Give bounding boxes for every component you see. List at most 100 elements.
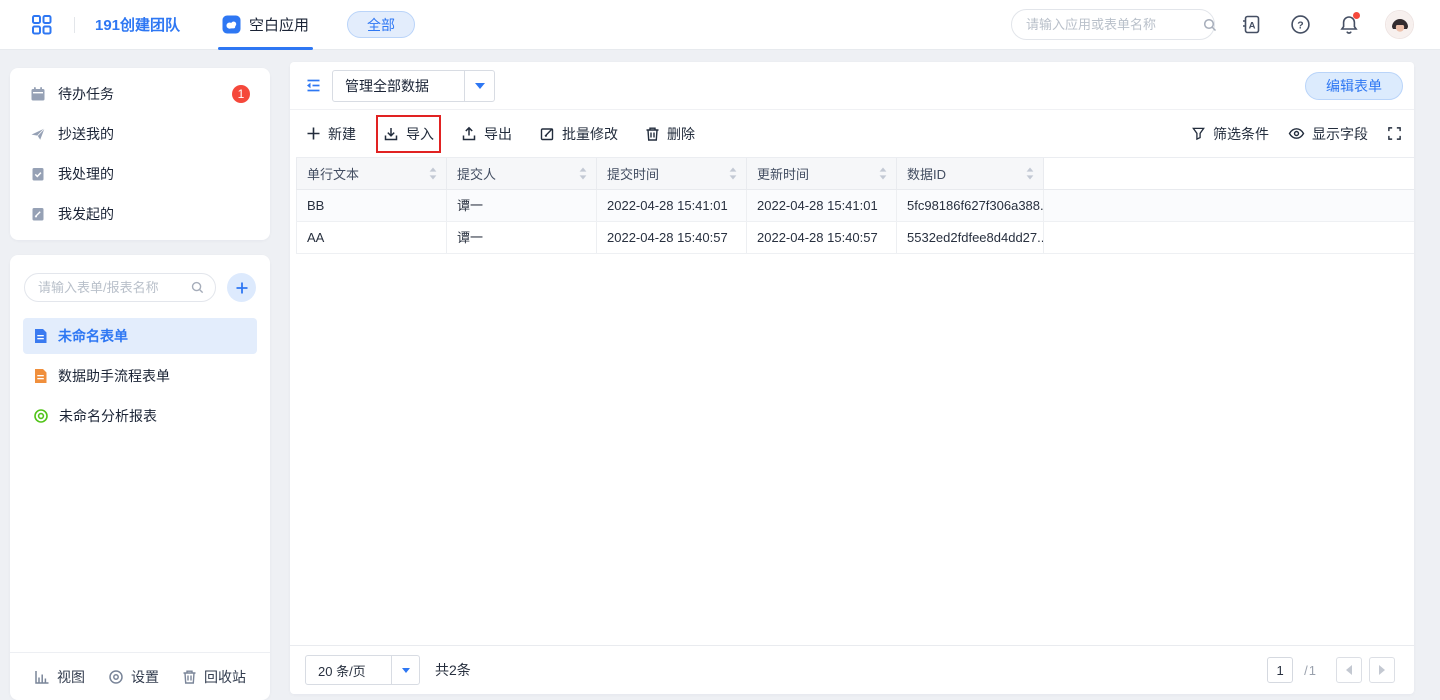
display-fields-button[interactable]: 显示字段 <box>1288 124 1368 144</box>
import-label: 导入 <box>406 124 434 144</box>
chevron-left-icon <box>1346 665 1352 675</box>
new-record-label: 新建 <box>328 124 356 144</box>
export-button[interactable]: 导出 <box>461 124 512 144</box>
header-right-group: A ? <box>1011 9 1414 40</box>
sort-icon[interactable] <box>1026 167 1034 180</box>
form-doc-icon-blue <box>33 328 48 344</box>
form-item-unnamed-form[interactable]: 未命名表单 <box>23 318 257 354</box>
plus-icon <box>306 126 321 141</box>
batch-edit-icon <box>539 126 555 142</box>
recycle-bin-button[interactable]: 回收站 <box>182 667 246 687</box>
data-view-select[interactable]: 管理全部数据 <box>332 70 495 102</box>
cell-data-id: 5532ed2fdfee8d4dd27... <box>897 222 1044 253</box>
column-header-submitter[interactable]: 提交人 <box>447 158 597 189</box>
filter-button[interactable]: 筛选条件 <box>1191 124 1269 144</box>
cell-update-time: 2022-04-28 15:41:01 <box>747 190 897 221</box>
app-tab-label: 空白应用 <box>249 14 309 35</box>
help-icon[interactable]: ? <box>1287 12 1313 38</box>
column-header-submit-time[interactable]: 提交时间 <box>597 158 747 189</box>
sort-icon[interactable] <box>429 167 437 180</box>
clipboard-check-icon <box>30 166 46 182</box>
report-target-icon <box>33 408 49 424</box>
sidebar-item-todo-tasks[interactable]: 待办任务 1 <box>10 74 270 114</box>
sidebar-item-label: 我处理的 <box>58 164 114 184</box>
contacts-icon[interactable]: A <box>1238 12 1264 38</box>
import-button[interactable]: 导入 <box>383 124 434 144</box>
tab-app-active[interactable]: 空白应用 <box>218 0 313 50</box>
fullscreen-icon[interactable] <box>1387 126 1402 141</box>
form-item-label: 未命名分析报表 <box>59 406 157 426</box>
sidebar-item-cc-to-me[interactable]: 抄送我的 <box>10 114 270 154</box>
page-total: /1 <box>1304 663 1317 678</box>
sort-icon[interactable] <box>729 167 737 180</box>
row-filler <box>1044 190 1414 221</box>
export-label: 导出 <box>484 124 512 144</box>
form-item-data-assistant-flow[interactable]: 数据助手流程表单 <box>23 358 257 394</box>
cell-single-line-text: BB <box>296 190 447 221</box>
prev-page-button[interactable] <box>1336 657 1362 683</box>
column-header-update-time[interactable]: 更新时间 <box>747 158 897 189</box>
form-item-unnamed-report[interactable]: 未命名分析报表 <box>23 398 257 434</box>
chevron-right-icon <box>1379 665 1385 675</box>
delete-button[interactable]: 删除 <box>645 124 695 144</box>
select-caret-box[interactable] <box>391 656 419 684</box>
sort-icon[interactable] <box>879 167 887 180</box>
avatar[interactable] <box>1385 10 1414 39</box>
search-icon <box>190 280 205 295</box>
task-menu-card: 待办任务 1 抄送我的 我处理的 <box>10 68 270 240</box>
form-search-input[interactable] <box>38 280 190 295</box>
cell-submit-time: 2022-04-28 15:41:01 <box>597 190 747 221</box>
gear-icon <box>108 669 124 685</box>
data-table: 单行文本 提交人 提交时间 更新时间 <box>296 157 1414 254</box>
table-header-filler <box>1044 158 1414 189</box>
settings-button[interactable]: 设置 <box>108 667 159 687</box>
new-record-button[interactable]: 新建 <box>306 124 356 144</box>
display-fields-label: 显示字段 <box>1312 124 1368 144</box>
table-row[interactable]: BB 谭一 2022-04-28 15:41:01 2022-04-28 15:… <box>296 190 1414 222</box>
form-list: 未命名表单 数据助手流程表单 <box>10 318 270 434</box>
cell-single-line-text: AA <box>296 222 447 253</box>
contacts-glyph: A <box>1248 21 1255 32</box>
filter-label: 筛选条件 <box>1213 124 1269 144</box>
funnel-icon <box>1191 126 1206 141</box>
edit-form-button[interactable]: 编辑表单 <box>1305 72 1403 100</box>
eye-icon <box>1288 126 1305 141</box>
recycle-bin-label: 回收站 <box>204 667 246 687</box>
cell-submit-time: 2022-04-28 15:40:57 <box>597 222 747 253</box>
header-divider <box>74 17 75 33</box>
team-name[interactable]: 191创建团队 <box>95 14 180 35</box>
toolbar: 新建 导入 导出 批量修改 <box>290 110 1414 157</box>
scope-pill-all[interactable]: 全部 <box>347 11 415 38</box>
add-form-button[interactable] <box>227 273 256 302</box>
cell-update-time: 2022-04-28 15:40:57 <box>747 222 897 253</box>
column-header-data-id[interactable]: 数据ID <box>897 158 1044 189</box>
paper-plane-icon <box>30 126 46 142</box>
page-size-select[interactable]: 20 条/页 <box>305 655 420 685</box>
bell-red-dot <box>1353 12 1360 19</box>
form-doc-icon-orange <box>33 368 48 384</box>
next-page-button[interactable] <box>1369 657 1395 683</box>
sidebar-footer: 视图 设置 回收站 <box>10 652 270 700</box>
current-page-box[interactable]: 1 <box>1267 657 1293 683</box>
form-search-box[interactable] <box>24 273 216 302</box>
batch-edit-button[interactable]: 批量修改 <box>539 124 618 144</box>
todo-count-badge: 1 <box>232 85 250 103</box>
sidebar-item-handled-by-me[interactable]: 我处理的 <box>10 154 270 194</box>
collapse-sidebar-icon[interactable] <box>298 71 328 101</box>
sidebar-item-started-by-me[interactable]: 我发起的 <box>10 194 270 234</box>
sort-icon[interactable] <box>579 167 587 180</box>
global-search[interactable] <box>1011 9 1215 40</box>
views-button[interactable]: 视图 <box>34 667 85 687</box>
page-size-value: 20 条/页 <box>306 656 391 684</box>
notification-bell-icon[interactable] <box>1336 12 1362 38</box>
panel-header: 管理全部数据 编辑表单 <box>290 62 1414 110</box>
global-search-input[interactable] <box>1026 17 1202 32</box>
delete-label: 删除 <box>667 124 695 144</box>
select-caret-box[interactable] <box>464 71 494 101</box>
trash-icon <box>645 126 660 142</box>
sidebar-item-label: 抄送我的 <box>58 124 114 144</box>
table-row[interactable]: AA 谭一 2022-04-28 15:40:57 2022-04-28 15:… <box>296 222 1414 254</box>
chevron-down-icon <box>475 83 485 89</box>
apps-grid-icon[interactable] <box>28 12 54 38</box>
column-header-single-line-text[interactable]: 单行文本 <box>296 158 447 189</box>
